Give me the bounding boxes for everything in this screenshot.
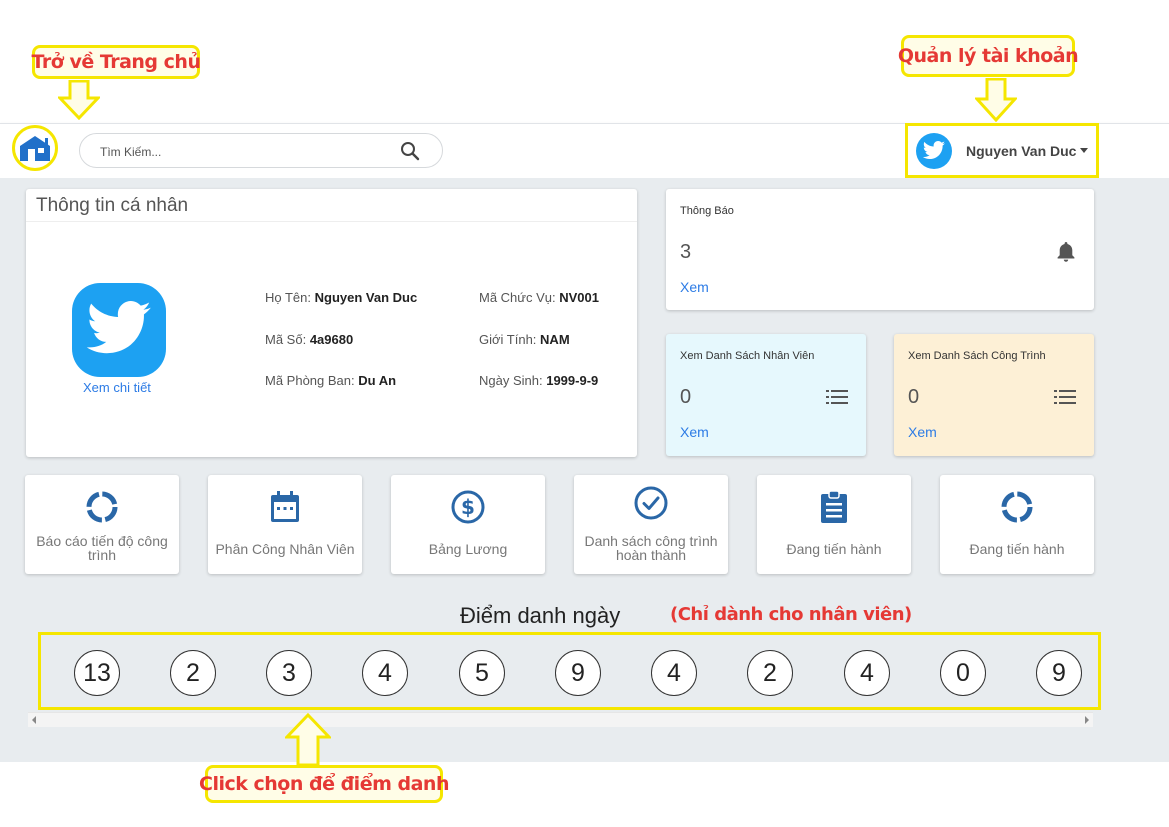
scroll-right-icon[interactable] — [1085, 716, 1089, 724]
projects-count: 0 — [908, 386, 920, 408]
attendance-day[interactable]: 4 — [362, 650, 408, 696]
notifications-title: Thông Báo — [680, 205, 734, 217]
tile-in-progress-2[interactable]: Đang tiến hành — [940, 475, 1094, 574]
tile-label: Danh sách công trình hoàn thành — [584, 533, 718, 563]
tile-payroll[interactable]: $ Bảng Lương — [391, 475, 545, 574]
employees-title: Xem Danh Sách Nhân Viên — [680, 350, 815, 362]
notifications-card: Thông Báo 3 Xem — [666, 189, 1094, 310]
attendance-day[interactable]: 4 — [844, 650, 890, 696]
horizontal-scrollbar[interactable] — [28, 712, 1093, 727]
attendance-day[interactable]: 9 — [1036, 650, 1082, 696]
tile-in-progress[interactable]: Đang tiến hành — [757, 475, 911, 574]
home-icon — [20, 136, 50, 161]
attendance-day[interactable]: 2 — [747, 650, 793, 696]
bell-icon — [1057, 242, 1075, 262]
profile-field-position-code: Mã Chức Vụ: NV001 — [479, 290, 599, 305]
attendance-callout: Click chọn để điểm danh — [199, 765, 449, 803]
clipboard-icon — [821, 490, 847, 523]
attendance-title: Điểm danh ngày — [460, 603, 621, 628]
profile-field-name: Họ Tên: Nguyen Van Duc — [265, 290, 418, 305]
twitter-bird-icon — [86, 301, 151, 354]
tile-label: Đang tiến hành — [786, 541, 882, 557]
tile-label: Đang tiến hành — [969, 541, 1065, 557]
profile-detail-link[interactable]: Xem chi tiết — [83, 380, 151, 395]
tile-label: Phân Công Nhân Viên — [215, 541, 355, 557]
notifications-view-link[interactable]: Xem — [680, 279, 709, 295]
profile-avatar — [72, 283, 166, 377]
progress-ring-icon — [86, 491, 118, 523]
profile-field-department: Mã Phòng Ban: Du An — [265, 373, 397, 388]
employees-view-link[interactable]: Xem — [680, 424, 709, 440]
attendance-day[interactable]: 4 — [651, 650, 697, 696]
attendance-note: (Chỉ dành cho nhân viên) — [670, 604, 912, 625]
list-icon — [1054, 390, 1076, 404]
profile-card: Thông tin cá nhân Xem chi tiết Họ Tên: N… — [26, 189, 637, 457]
tile-progress-report[interactable]: Báo cáo tiến độ công trình — [25, 475, 179, 574]
notifications-count: 3 — [680, 241, 692, 263]
employees-count: 0 — [680, 386, 692, 408]
attendance-day[interactable]: 13 — [74, 650, 120, 696]
search-box — [79, 133, 443, 168]
profile-field-gender: Giới Tính: NAM — [479, 332, 570, 347]
username-label: Nguyen Van Duc — [966, 142, 1077, 159]
tile-label: Bảng Lương — [428, 541, 508, 557]
twitter-bird-icon — [922, 140, 945, 159]
arrow-down-icon — [58, 80, 100, 120]
attendance-day[interactable]: 0 — [940, 650, 986, 696]
scroll-left-icon[interactable] — [32, 716, 36, 724]
profile-field-id: Mã Số: 4a9680 — [265, 332, 354, 347]
attendance-day[interactable]: 2 — [170, 650, 216, 696]
attendance-day[interactable]: 5 — [459, 650, 505, 696]
home-callout: Trở về Trang chủ — [32, 45, 201, 79]
calendar-icon — [271, 491, 299, 522]
divider — [26, 221, 637, 222]
attendance-day[interactable]: 9 — [555, 650, 601, 696]
tile-assign-employees[interactable]: Phân Công Nhân Viên — [208, 475, 362, 574]
progress-ring-icon — [1001, 491, 1033, 523]
dollar-icon: $ — [451, 490, 485, 524]
account-callout: Quản lý tài khoản — [898, 35, 1079, 77]
avatar — [916, 132, 952, 169]
check-circle-icon — [634, 486, 668, 520]
tile-label: Báo cáo tiến độ công trình — [36, 533, 168, 563]
projects-view-link[interactable]: Xem — [908, 424, 937, 440]
projects-title: Xem Danh Sách Công Trình — [908, 350, 1046, 362]
projects-card: Xem Danh Sách Công Trình 0 Xem — [894, 334, 1094, 456]
profile-title: Thông tin cá nhân — [36, 195, 189, 216]
chevron-down-icon — [1080, 148, 1089, 153]
tile-completed-projects[interactable]: Danh sách công trình hoàn thành — [574, 475, 728, 574]
search-icon[interactable] — [400, 141, 420, 161]
employees-card: Xem Danh Sách Nhân Viên 0 Xem — [666, 334, 866, 456]
arrow-down-icon — [975, 78, 1017, 122]
search-input[interactable] — [98, 142, 392, 162]
account-menu[interactable]: Nguyen Van Duc — [905, 123, 1099, 178]
profile-field-birthdate: Ngày Sinh: 1999-9-9 — [479, 373, 599, 388]
svg-text:$: $ — [461, 495, 475, 519]
list-icon — [826, 390, 848, 404]
home-button[interactable] — [12, 125, 58, 171]
arrow-up-icon — [285, 713, 331, 767]
attendance-day[interactable]: 3 — [266, 650, 312, 696]
